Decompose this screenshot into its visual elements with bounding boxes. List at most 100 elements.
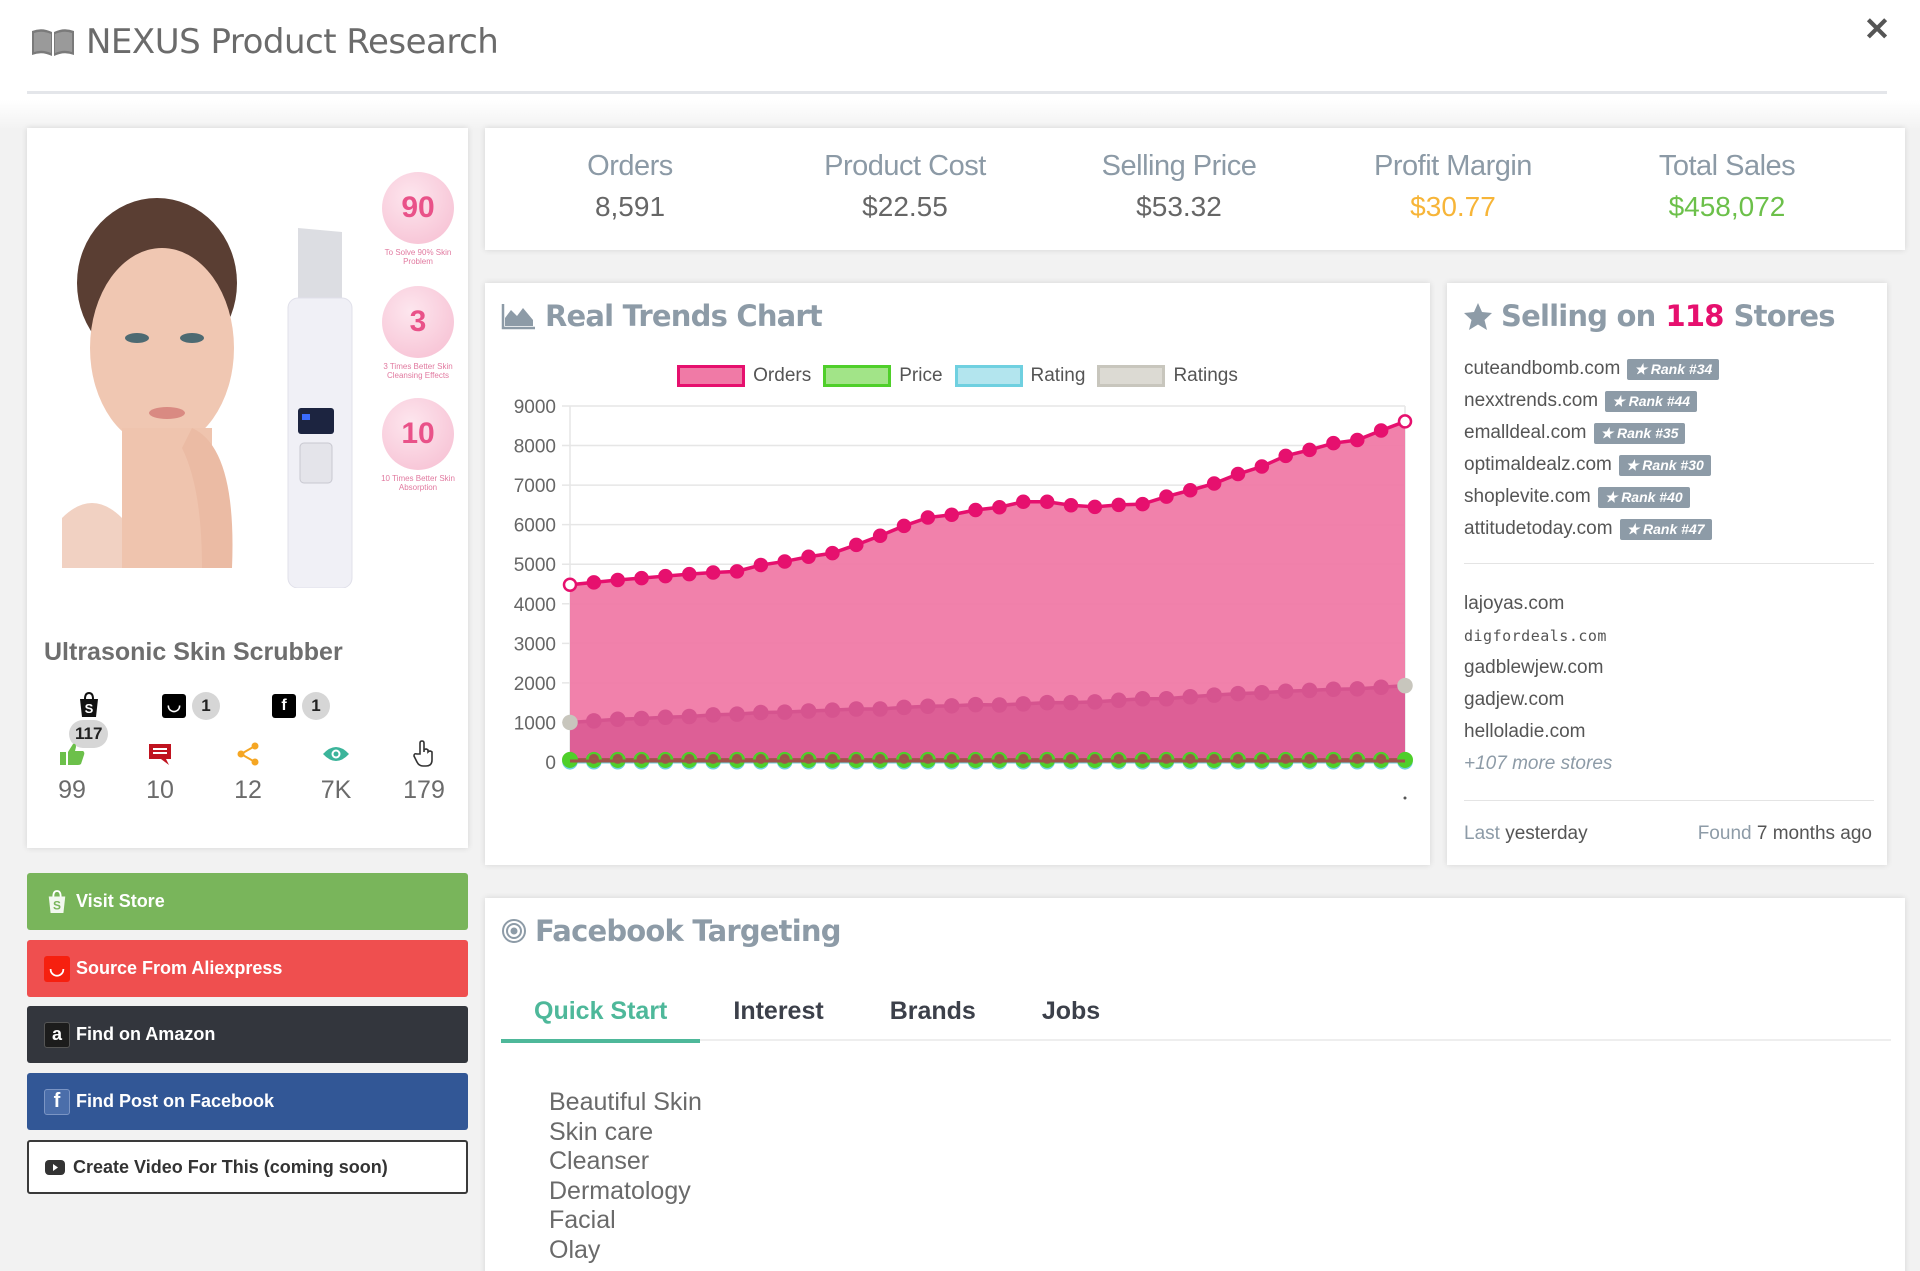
data-point-ratings [800,703,817,719]
store-domain[interactable]: nexxtrends.com [1464,390,1598,412]
tab-jobs[interactable]: Jobs [1009,981,1133,1041]
find-facebook-post-button[interactable]: f Find Post on Facebook [27,1073,468,1130]
data-point-ratings [1039,694,1055,711]
store-domain[interactable]: shoplevite.com [1464,486,1591,508]
first-found: Found 7 months ago [1697,823,1872,844]
data-point-ratings [1373,679,1389,695]
data-point-orders [1278,448,1293,464]
interest-item[interactable]: Beautiful Skin [549,1088,702,1118]
data-point-orders [1230,466,1246,482]
data-point-ratings [1301,682,1318,699]
likes-metric: 99 [37,740,107,805]
data-point-ratings [1230,685,1246,702]
data-point-orders [801,549,816,564]
y-tick-label: 0 [545,753,556,774]
book-open-icon [32,29,74,56]
trends-chart-title: Real Trends Chart [501,299,823,333]
close-icon[interactable]: ✕ [1862,13,1892,45]
stat-profit-margin: Profit Margin $30.77 [1374,150,1532,222]
data-point-ratings [657,709,674,726]
ranked-store-item[interactable]: nexxtrends.com ★ Rank #44 [1464,385,1719,417]
facebook-source[interactable]: f 1 [272,692,330,720]
ranked-store-item[interactable]: optimaldealz.com ★ Rank #30 [1464,449,1719,481]
y-tick-label: 9000 [514,397,556,418]
eye-icon [323,747,349,761]
data-point-ratings [633,710,650,727]
star-icon: ★ [1626,520,1644,537]
interest-item[interactable]: Facial [549,1206,702,1236]
ranked-store-item[interactable]: cuteandbomb.com ★ Rank #34 [1464,353,1720,385]
interest-item[interactable]: Cleanser [549,1147,702,1177]
tab-interest[interactable]: Interest [700,981,856,1041]
store-rank-badge: ★ Rank #40 [1597,486,1690,508]
data-point-orders [1039,494,1055,509]
other-store-item[interactable]: helloladie.com [1464,716,1612,748]
store-domain[interactable]: attitudetoday.com [1464,518,1613,540]
interest-item[interactable]: Olay [549,1236,702,1266]
data-point-orders [1350,432,1365,448]
store-domain[interactable]: cuteandbomb.com [1464,358,1620,380]
image-badge-caption: 3 Times Better Skin Cleansing Effects [383,362,453,380]
data-point-orders [1254,459,1270,474]
data-point-ratings [1206,687,1222,703]
data-point-ratings [1015,696,1032,712]
data-point-ratings [753,704,769,721]
comments-metric: 10 [125,740,195,805]
interest-item[interactable]: Skin care [549,1118,702,1148]
store-domain[interactable]: emalldeal.com [1464,422,1587,444]
stores-title: Selling on 118 Stores [1463,299,1836,333]
store-rank-badge: ★ Rank #44 [1605,390,1698,412]
aliexpress-source[interactable]: ◡ 1 [162,692,220,720]
source-counts: S 117 ◡ 1 f 1 [27,558,468,748]
data-point-ratings [967,696,984,713]
ranked-store-item[interactable]: attitudetoday.com ★ Rank #47 [1464,513,1719,545]
data-point-ratings [586,713,602,729]
stores-divider [1464,563,1874,564]
shopify-icon: S [44,889,70,915]
interest-item[interactable]: Dermatology [549,1177,702,1207]
ranked-store-item[interactable]: emalldeal.com ★ Rank #35 [1464,417,1719,449]
other-store-item[interactable]: lajoyas.com [1464,588,1612,620]
source-aliexpress-button[interactable]: ◡ Source From Aliexpress [27,940,468,997]
amazon-icon: a [44,1021,70,1048]
shopify-icon: S [79,692,98,717]
image-badge-10: 10 [382,398,454,470]
data-point-ratings [1325,681,1342,697]
image-badge-3: 3 [382,286,454,358]
create-video-label: Create Video For This (coming soon) [73,1156,388,1177]
data-point-ratings [1397,677,1413,694]
data-point-orders [658,568,673,584]
stat-total-sales: Total Sales $458,072 [1658,150,1796,222]
store-rank-badge: ★ Rank #30 [1618,454,1711,476]
data-point-ratings [1349,681,1366,697]
find-amazon-button[interactable]: a Find on Amazon [27,1006,468,1063]
y-tick-label: 3000 [514,634,556,655]
views-metric: 7K [301,740,371,805]
star-icon: ★ [1625,456,1643,473]
other-store-item[interactable]: gadblewjew.com [1464,652,1612,684]
find-facebook-post-label: Find Post on Facebook [76,1091,275,1111]
ranked-store-item[interactable]: shoplevite.com ★ Rank #40 [1464,481,1719,513]
other-store-item[interactable]: gadjew.com [1464,684,1612,716]
store-rank-badge: ★ Rank #47 [1619,518,1712,540]
tab-quick-start[interactable]: Quick Start [501,981,701,1043]
create-video-button[interactable]: Create Video For This (coming soon) [27,1140,468,1194]
data-point-orders [562,577,578,593]
star-icon: ★ [1604,488,1622,505]
data-point-ratings [1277,683,1294,699]
data-point-ratings [1063,694,1079,711]
stat-orders: Orders 8,591 [587,150,673,222]
data-point-orders [968,502,983,518]
more-stores-link[interactable]: +107 more stores [1464,748,1612,780]
store-domain[interactable]: optimaldealz.com [1464,454,1612,476]
visit-store-label: Visit Store [76,891,165,911]
other-store-item[interactable]: digfordeals.com [1464,620,1612,652]
trends-chart[interactable]: 0 1000 2000 3000 4000 5000 6000 7000 8000 9000 [485,383,1430,863]
svg-text:S: S [53,898,61,912]
targeting-tabs: Quick Start Interest Brands Jobs [501,981,1891,1043]
data-point-orders [920,510,936,525]
visit-store-button[interactable]: S Visit Store [27,873,468,930]
data-point-orders [992,500,1007,515]
tab-brands[interactable]: Brands [857,981,1009,1041]
trends-chart-panel: Real Trends Chart Orders Price Rating Ra… [485,283,1430,865]
